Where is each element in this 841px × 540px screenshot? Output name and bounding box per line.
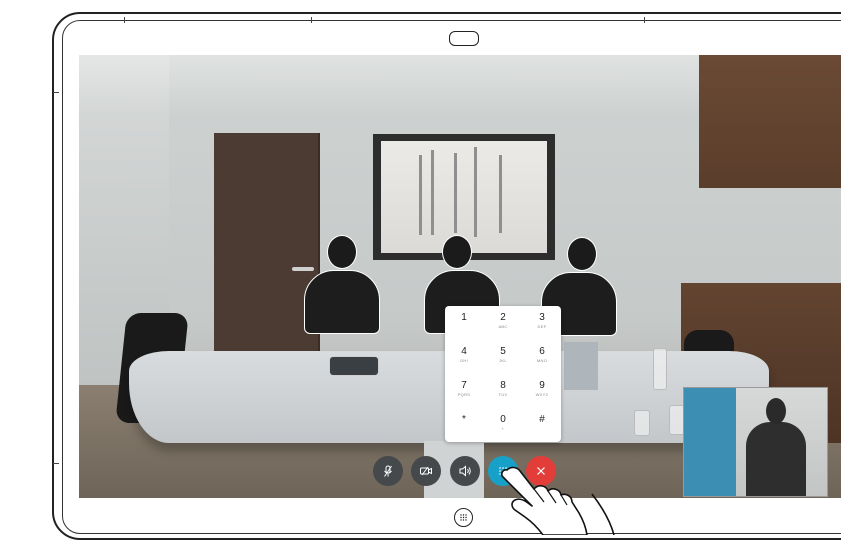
self-view-wall — [684, 388, 736, 496]
key-letters: MNO — [536, 358, 548, 363]
key-6[interactable]: 6 MNO — [523, 342, 561, 372]
painting-tree — [454, 153, 457, 233]
participant-head — [567, 237, 597, 271]
key-digit: 5 — [500, 346, 506, 357]
home-button[interactable] — [454, 508, 473, 527]
key-digit: 3 — [539, 312, 545, 323]
key-letters: JKL — [499, 358, 507, 363]
key-digit: 6 — [539, 346, 545, 357]
key-letters: GHI — [459, 358, 468, 363]
camera-sensor — [449, 31, 479, 46]
key-2[interactable]: 2 ABC — [484, 308, 522, 338]
key-letters: DEF — [537, 324, 547, 329]
participant-head — [442, 235, 472, 269]
painting-tree — [474, 147, 477, 237]
frame-tick — [311, 17, 312, 23]
frame-tick — [53, 463, 59, 464]
camera-button[interactable] — [411, 456, 441, 486]
water-glass — [634, 410, 650, 436]
key-hash[interactable]: # — [523, 410, 561, 440]
self-view[interactable] — [683, 387, 828, 497]
key-digit: 8 — [500, 380, 506, 391]
volume-button[interactable] — [450, 456, 480, 486]
key-5[interactable]: 5 JKL — [484, 342, 522, 372]
key-digit: 2 — [500, 312, 506, 323]
door — [214, 133, 320, 383]
key-8[interactable]: 8 TUV — [484, 376, 522, 406]
key-letters: WXYZ — [535, 392, 549, 397]
key-3[interactable]: 3 DEF — [523, 308, 561, 338]
pointing-hand-icon — [500, 466, 615, 535]
self-view-person-head — [766, 398, 786, 424]
key-letters: TUV — [498, 392, 508, 397]
painting-tree — [419, 155, 422, 235]
mute-button[interactable] — [373, 456, 403, 486]
painting-tree — [499, 155, 502, 233]
wall-cabinet — [699, 55, 841, 188]
key-9[interactable]: 9 WXYZ — [523, 376, 561, 406]
dial-keypad: 1 2 ABC 3 DEF 4 GHI 5 JKL 6 MNO 7 PQRS 8 TUV 9W… — [445, 306, 561, 442]
key-letters: ABC — [498, 324, 508, 329]
frame-tick — [644, 17, 645, 23]
frame-tick — [53, 92, 59, 93]
painting-tree — [431, 150, 434, 235]
water-bottle — [653, 348, 667, 390]
mic-off-icon — [384, 465, 392, 477]
key-digit: # — [539, 414, 545, 425]
key-digit: 1 — [461, 312, 467, 323]
participant-head — [327, 235, 357, 269]
key-0[interactable]: 0 + — [484, 410, 522, 440]
participant-body — [304, 270, 380, 334]
conference-speaker — [329, 356, 379, 376]
key-digit: * — [462, 414, 466, 425]
key-letters: + — [501, 426, 505, 431]
camera-off-icon — [420, 466, 432, 476]
key-4[interactable]: 4 GHI — [445, 342, 483, 372]
speaker-icon — [459, 465, 471, 477]
key-1[interactable]: 1 — [445, 308, 483, 338]
key-digit: 4 — [461, 346, 467, 357]
key-7[interactable]: 7 PQRS — [445, 376, 483, 406]
laptop — [564, 342, 598, 390]
door-handle — [292, 267, 314, 271]
key-star[interactable]: * — [445, 410, 483, 440]
self-view-person — [746, 422, 806, 496]
key-digit: 0 — [500, 414, 506, 425]
key-digit: 9 — [539, 380, 545, 391]
key-digit: 7 — [461, 380, 467, 391]
frame-tick — [124, 17, 125, 23]
home-keypad-icon — [460, 514, 467, 521]
key-letters: PQRS — [457, 392, 471, 397]
